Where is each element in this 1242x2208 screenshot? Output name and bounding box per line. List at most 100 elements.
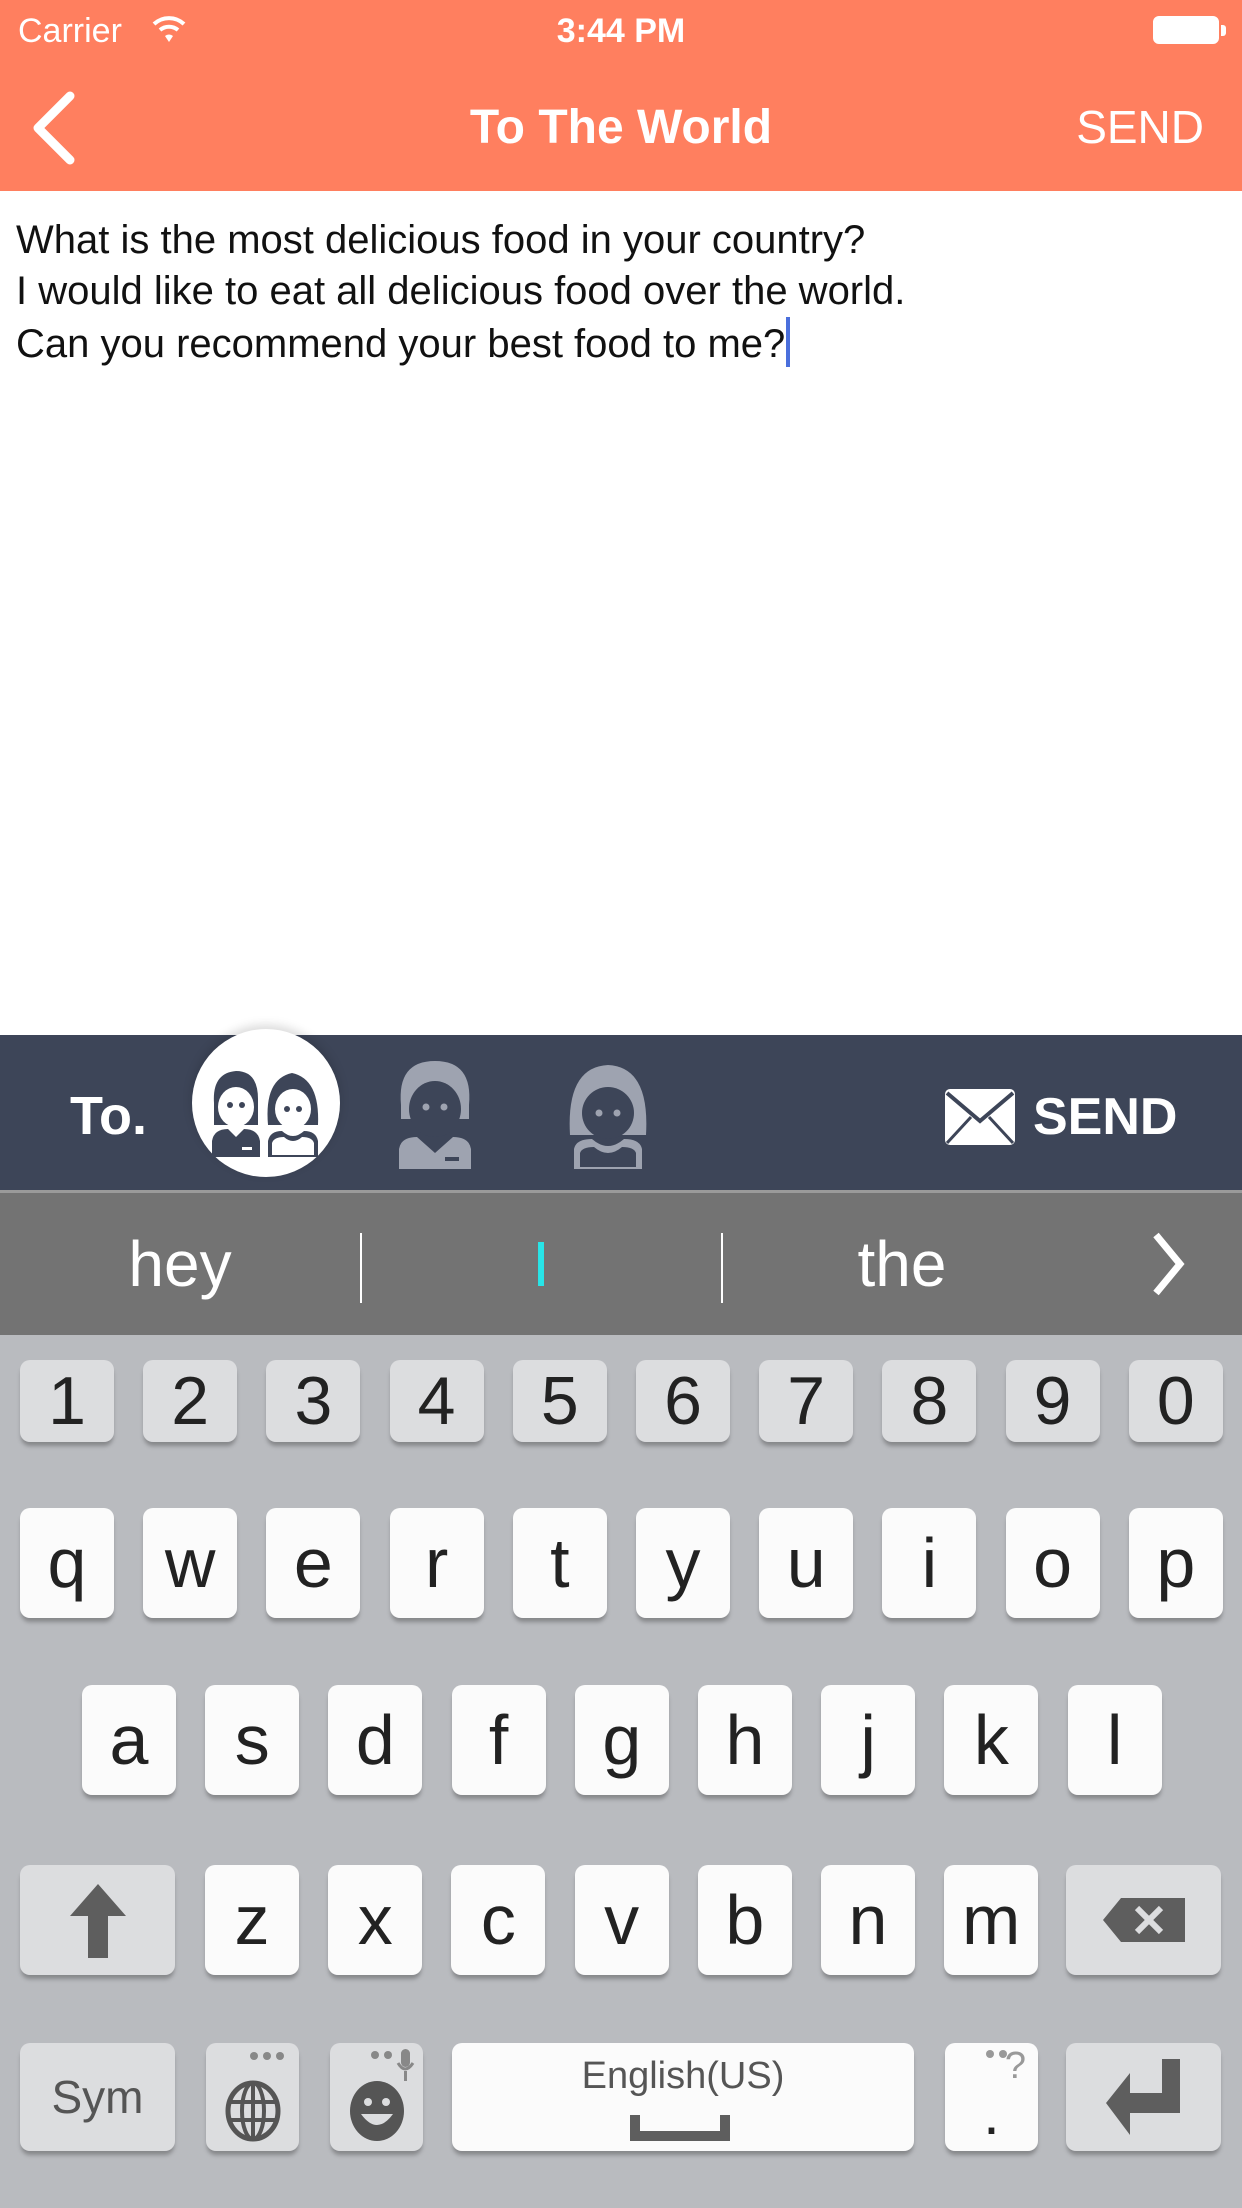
backspace-icon (1102, 1898, 1185, 1942)
key-8[interactable]: 8 (882, 1360, 977, 1442)
space-label: English(US) (581, 2055, 785, 2097)
key-r[interactable]: r (389, 1508, 484, 1618)
key-j[interactable]: j (821, 1685, 916, 1795)
key-n[interactable]: n (821, 1865, 915, 1975)
backspace-key[interactable] (1066, 1865, 1221, 1975)
key-label: y (665, 1524, 701, 1602)
send-button[interactable]: SEND (945, 1085, 1177, 1149)
key-y[interactable]: y (636, 1508, 730, 1618)
key-p[interactable]: p (1128, 1508, 1223, 1618)
key-3[interactable]: 3 (266, 1360, 361, 1442)
key-label: b (725, 1881, 765, 1959)
key-label: c (480, 1881, 516, 1959)
key-z[interactable]: z (205, 1865, 299, 1975)
key-label: e (293, 1524, 333, 1602)
key-d[interactable]: d (328, 1685, 423, 1795)
period-key[interactable]: ? . (945, 2043, 1038, 2151)
send-label: SEND (1033, 1088, 1178, 1146)
key-label: o (1033, 1524, 1073, 1602)
mic-hint-icon (371, 2049, 415, 2081)
enter-key[interactable] (1066, 2043, 1221, 2151)
clock: 3:44 PM (556, 12, 686, 50)
key-2[interactable]: 2 (143, 1360, 238, 1442)
sym-label: Sym (51, 2071, 144, 2123)
key-q[interactable]: q (20, 1508, 114, 1618)
key-e[interactable]: e (266, 1508, 361, 1618)
key-label: v (604, 1881, 640, 1959)
key-o[interactable]: o (1005, 1508, 1100, 1618)
key-6[interactable]: 6 (636, 1360, 730, 1442)
key-a[interactable]: a (82, 1685, 176, 1795)
key-x[interactable]: x (328, 1865, 423, 1975)
key-label: 4 (417, 1363, 456, 1439)
key-label: x (357, 1881, 393, 1959)
space-key[interactable]: English(US) (452, 2043, 914, 2151)
key-label: i (921, 1524, 938, 1602)
key-1[interactable]: 1 (20, 1360, 114, 1442)
key-label: a (109, 1701, 149, 1779)
sym-key[interactable]: Sym (20, 2043, 175, 2151)
key-label: 8 (910, 1363, 949, 1439)
key-4[interactable]: 4 (389, 1360, 484, 1442)
key-label: m (962, 1881, 1021, 1959)
male-icon (399, 1061, 471, 1169)
key-label: u (786, 1524, 826, 1602)
key-label: 3 (294, 1363, 333, 1439)
key-m[interactable]: m (944, 1865, 1039, 1975)
key-f[interactable]: f (451, 1685, 546, 1795)
key-9[interactable]: 9 (1005, 1360, 1100, 1442)
recipient-everyone-button[interactable] (192, 1029, 340, 1177)
emoji-icon (349, 2081, 404, 2141)
key-label: q (47, 1524, 87, 1602)
key-w[interactable]: w (143, 1508, 238, 1618)
shift-key[interactable] (20, 1865, 175, 1975)
key-label: s (234, 1701, 270, 1779)
key-label: f (488, 1701, 509, 1779)
key-label: 1 (48, 1363, 86, 1439)
recipient-bar: To. SEND (0, 1029, 1242, 1190)
key-label: n (848, 1881, 888, 1959)
key-v[interactable]: v (574, 1865, 669, 1975)
key-label: l (1106, 1701, 1123, 1779)
recipient-female-button[interactable] (566, 1057, 650, 1169)
key-i[interactable]: i (882, 1508, 977, 1618)
emoji-key[interactable] (330, 2043, 423, 2151)
to-label: To. (70, 1086, 147, 1146)
space-bar-icon (630, 2115, 730, 2141)
message-text: What is the most delicious food in your … (16, 215, 905, 370)
key-label: k (973, 1701, 1009, 1779)
key-label: w (164, 1524, 216, 1602)
battery-icon (1153, 16, 1219, 44)
key-0[interactable]: 0 (1128, 1360, 1223, 1442)
key-5[interactable]: 5 (512, 1360, 607, 1442)
key-h[interactable]: h (698, 1685, 792, 1795)
key-label: z (234, 1881, 270, 1959)
key-l[interactable]: l (1067, 1685, 1162, 1795)
language-key[interactable] (206, 2043, 299, 2151)
key-t[interactable]: t (512, 1508, 607, 1618)
key-label: j (860, 1701, 876, 1779)
hint-dots-icon (986, 2050, 1007, 2058)
suggestion-item-highlighted[interactable]: I (360, 1193, 722, 1335)
chevron-right-icon[interactable] (1140, 1229, 1200, 1299)
key-b[interactable]: b (697, 1865, 792, 1975)
couple-icon (212, 1071, 319, 1157)
key-g[interactable]: g (574, 1685, 669, 1795)
globe-icon (225, 2080, 280, 2142)
message-textarea[interactable]: What is the most delicious food in your … (0, 191, 1242, 1035)
suggestion-item[interactable]: the (722, 1193, 1082, 1335)
recipient-male-button[interactable] (395, 1057, 475, 1169)
page-title: To The World (469, 101, 773, 154)
key-label: 6 (664, 1363, 702, 1439)
key-label: d (355, 1701, 395, 1779)
suggestion-bar: hey I the (0, 1190, 1242, 1335)
key-s[interactable]: s (205, 1685, 300, 1795)
send-button-header[interactable]: SEND (1076, 100, 1204, 154)
key-c[interactable]: c (451, 1865, 546, 1975)
key-7[interactable]: 7 (759, 1360, 854, 1442)
key-label: 2 (171, 1363, 210, 1439)
key-u[interactable]: u (759, 1508, 854, 1618)
key-label: p (1156, 1524, 1196, 1602)
key-k[interactable]: k (944, 1685, 1039, 1795)
suggestion-item[interactable]: hey (0, 1193, 360, 1335)
